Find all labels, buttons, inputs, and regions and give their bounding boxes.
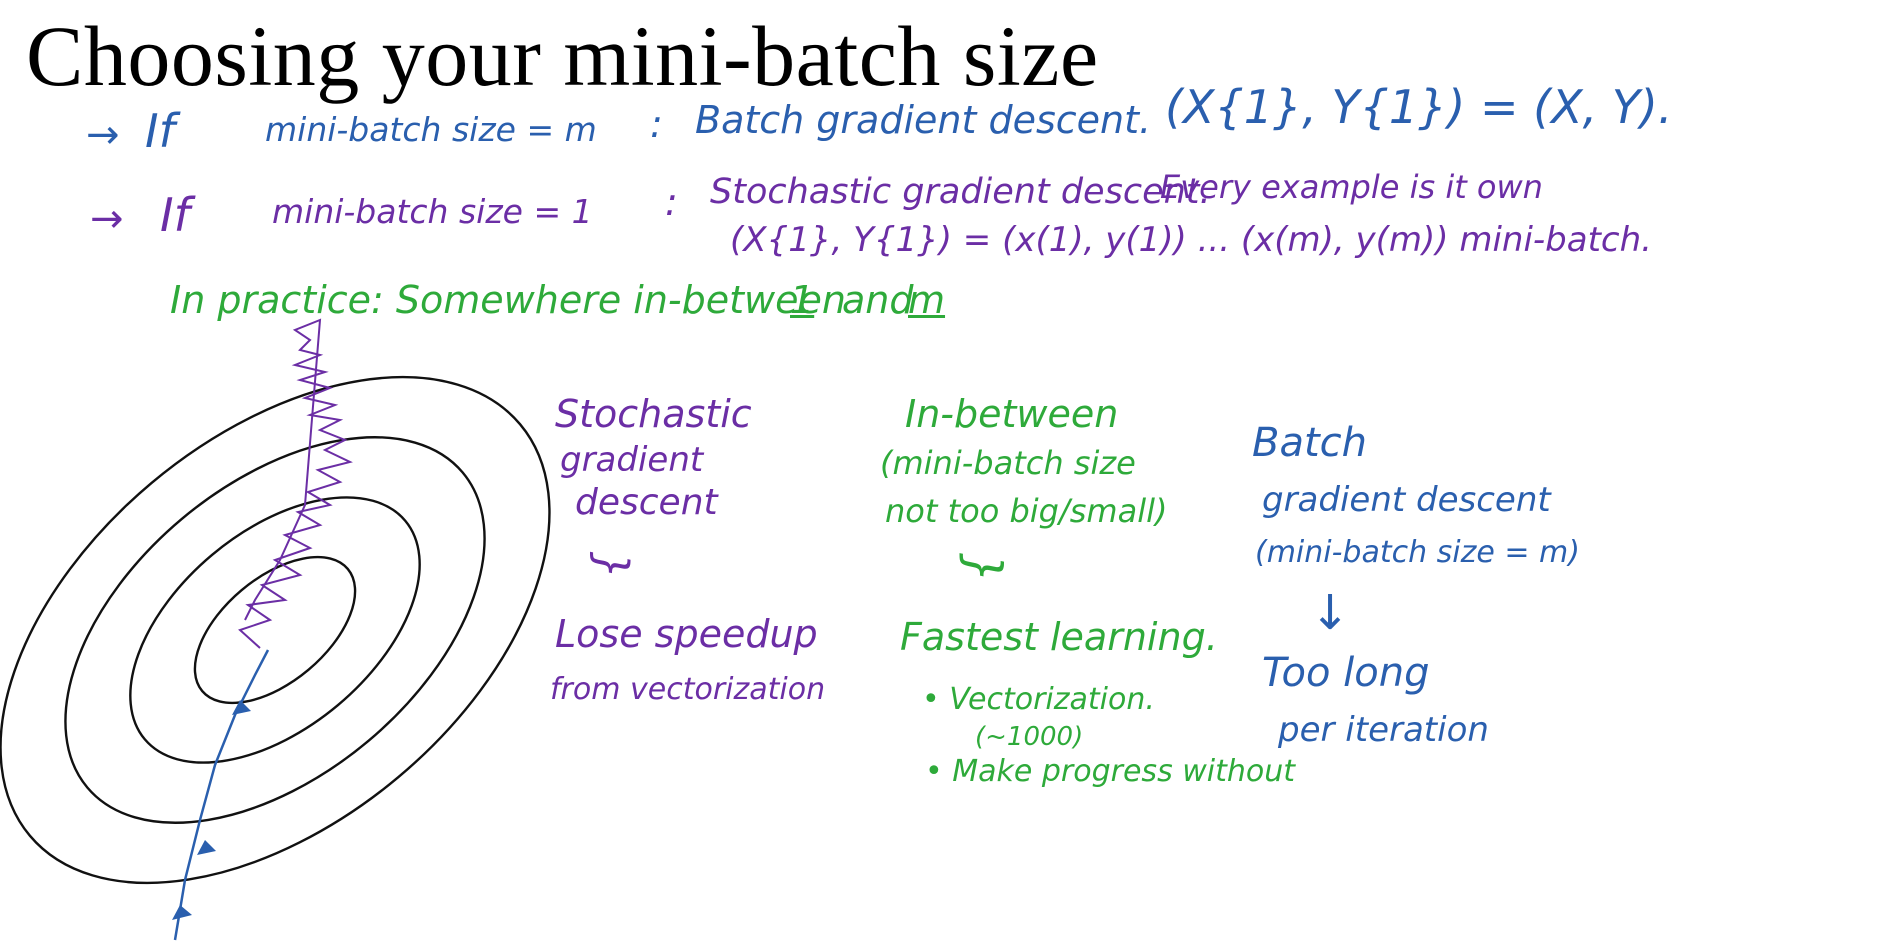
stochastic-result-2: from vectorization [550, 672, 826, 707]
path-arrowhead-1 [172, 905, 192, 920]
batch-heading-2: gradient descent [1262, 480, 1551, 520]
batch-result-1: Too long [1262, 650, 1430, 696]
inbetween-bullet-1-text: Vectorization. [949, 682, 1155, 717]
batch-result-2: per iteration [1278, 710, 1489, 750]
inbetween-path [173, 649, 270, 941]
inbetween-heading-3: not too big/small) [885, 492, 1168, 530]
contour-ring-3 [64, 436, 486, 824]
stochastic-path [238, 318, 353, 649]
inbetween-bullet-2: (~1000) [975, 722, 1084, 752]
inbetween-heading-2: (mini-batch size [880, 444, 1136, 482]
stochastic-heading-3: descent [575, 482, 718, 523]
inbetween-bullet-3: • Make progress without [925, 754, 1296, 789]
batch-heading-3: (mini-batch size = m) [1255, 535, 1580, 570]
stochastic-heading-2: gradient [560, 440, 704, 480]
stochastic-heading-1: Stochastic [555, 392, 752, 436]
inbetween-heading-1: In-between [905, 392, 1119, 436]
inbetween-bullet-1: • Vectorization. [922, 682, 1155, 717]
contour-ring-2 [129, 496, 421, 764]
stochastic-result-1: Lose speedup [555, 612, 818, 656]
path-arrowhead-2 [197, 840, 216, 855]
inbetween-result: Fastest learning. [900, 615, 1218, 659]
batch-heading-1: Batch [1252, 420, 1367, 466]
stochastic-brace: } [586, 551, 638, 580]
inbetween-brace: } [955, 552, 1012, 584]
batch-arrow: ↓ [1310, 585, 1351, 641]
inbetween-bullet-3-text: Make progress without [952, 754, 1296, 789]
contour-ring-4 [0, 375, 551, 885]
